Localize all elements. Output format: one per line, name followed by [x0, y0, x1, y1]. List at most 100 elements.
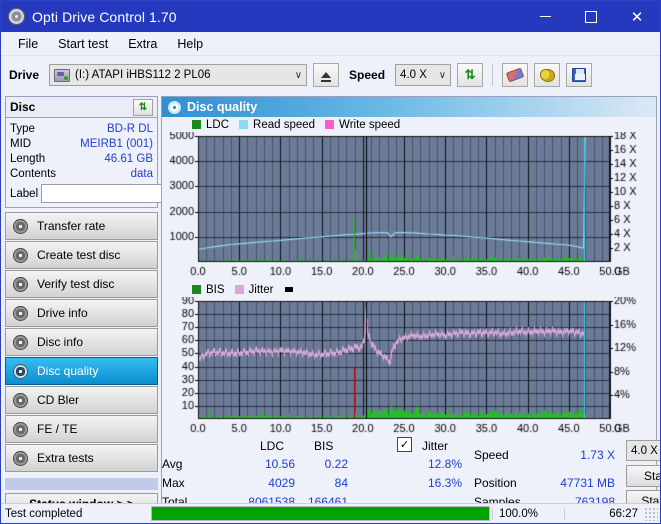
sidebar-item-label: Verify test disc [37, 277, 115, 291]
close-button[interactable]: ✕ [614, 1, 660, 32]
stats-jitter-max: 16.3% [427, 476, 462, 490]
speed-select-value: 4.0 X [400, 69, 427, 81]
disc-icon [13, 276, 28, 292]
disc-icon [13, 247, 28, 263]
stats-ldc-avg: 10.56 [264, 457, 295, 471]
body: Disc ⇅ Type BD-R DL MID MEIRB1 (001) Len… [1, 94, 660, 515]
legend-label-write-speed: Write speed [339, 118, 401, 131]
disc-refresh-button[interactable]: ⇅ [133, 98, 153, 116]
statusbar: Test completed 100.0% 66:27 [1, 503, 660, 523]
sidebar-item-fe-te[interactable]: FE / TE [5, 415, 158, 443]
app-window: Opti Drive Control 1.70 ✕ File Start tes… [0, 0, 661, 524]
start-full-button[interactable]: Start full [626, 465, 660, 487]
toolbar: Drive (I:) ATAPI iHBS112 2 PL06 ∨ Speed … [1, 56, 660, 94]
menu-start-test[interactable]: Start test [49, 34, 117, 54]
save-icon [572, 68, 587, 82]
sidebar-item-transfer-rate[interactable]: Transfer rate [5, 212, 158, 240]
sidebar-item-cd-bler[interactable]: CD Bler [5, 386, 158, 414]
sidebar-item-label: Disc info [37, 335, 84, 349]
tools-button[interactable] [534, 63, 561, 87]
jitter-checkbox[interactable]: ✓ [397, 437, 412, 452]
row-key: Contents [10, 167, 57, 180]
legend-label-ldc: LDC [206, 118, 230, 131]
stats-value-position: 47731 MB [560, 476, 615, 490]
disc-panel: Disc ⇅ Type BD-R DL MID MEIRB1 (001) Len… [5, 96, 239, 208]
glove-icon [539, 68, 555, 82]
row-value: data [130, 167, 153, 180]
chevron-down-icon: ∨ [294, 69, 303, 81]
refresh-icon: ⇅ [464, 67, 476, 82]
maximize-button[interactable] [568, 1, 614, 32]
disc-label-row: Label [10, 184, 239, 203]
legend-marker-icon [285, 287, 294, 292]
row-value: MEIRB1 (001) [80, 137, 153, 150]
disc-row-contents: Contents data [10, 166, 153, 181]
check-icon: ✓ [399, 439, 410, 451]
label-caption: Label [10, 187, 39, 200]
chart-top[interactable] [162, 132, 656, 280]
disc-panel-title: Disc [10, 100, 36, 114]
disc-icon [13, 305, 28, 321]
chart-top-legend: LDC Read speed Write speed [162, 117, 656, 132]
drive-select-value: (I:) ATAPI iHBS112 2 PL06 [75, 69, 211, 81]
test-speed-value: 4.0 X [631, 444, 658, 457]
menu-file[interactable]: File [9, 34, 47, 54]
menu-extra[interactable]: Extra [119, 34, 166, 54]
refresh-button[interactable]: ⇅ [457, 63, 484, 87]
legend-swatch-jitter [234, 285, 244, 294]
row-value: BD-R DL [106, 122, 153, 135]
sidebar-item-verify-test-disc[interactable]: Verify test disc [5, 270, 158, 298]
disc-panel-header: Disc ⇅ [6, 97, 157, 118]
menubar: File Start test Extra Help [1, 32, 660, 56]
legend-label-read-speed: Read speed [253, 118, 316, 131]
titlebar: Opti Drive Control 1.70 ✕ [1, 1, 660, 32]
eject-button[interactable] [313, 63, 340, 87]
progress-fill [152, 507, 489, 520]
sidebar-item-disc-quality[interactable]: Disc quality [5, 357, 158, 385]
speed-select[interactable]: 4.0 X ∨ [395, 64, 452, 86]
stats-jitter-avg: 12.8% [427, 457, 462, 471]
panel-title: Disc quality [187, 100, 258, 114]
clear-button[interactable] [502, 63, 529, 87]
progress-percent: 100.0% [492, 507, 564, 520]
disc-icon [13, 421, 28, 437]
sidebar: Disc ⇅ Type BD-R DL MID MEIRB1 (001) Len… [1, 94, 239, 515]
row-value: 46.61 GB [104, 152, 153, 165]
disc-row-mid: MID MEIRB1 (001) [10, 136, 153, 151]
stats-header-ldc: LDC [260, 439, 285, 453]
drive-select[interactable]: (I:) ATAPI iHBS112 2 PL06 ∨ [49, 64, 308, 86]
menu-help[interactable]: Help [168, 34, 212, 54]
sidebar-spacer [5, 478, 158, 490]
disc-icon [13, 218, 28, 234]
disc-icon [13, 334, 28, 350]
test-speed-select[interactable]: 4.0 X ∨ [626, 440, 660, 461]
window-controls: ✕ [522, 1, 660, 32]
legend-swatch-write-speed [325, 120, 335, 129]
main-content: Disc quality LDC Read speed Write speed [161, 94, 660, 512]
sidebar-item-drive-info[interactable]: Drive info [5, 299, 158, 327]
sidebar-item-label: Create test disc [37, 248, 121, 262]
disc-icon [13, 392, 28, 408]
toolbar-divider [492, 64, 494, 86]
sidebar-nav: Transfer rate Create test disc Verify te… [4, 212, 161, 472]
legend-swatch-read-speed [239, 120, 249, 129]
chart-bottom[interactable] [162, 297, 656, 437]
resize-grip[interactable] [644, 506, 658, 521]
save-button[interactable] [566, 63, 593, 87]
sidebar-item-label: Transfer rate [37, 219, 106, 233]
sidebar-item-disc-info[interactable]: Disc info [5, 328, 158, 356]
window-title: Opti Drive Control 1.70 [32, 8, 177, 25]
speed-label: Speed [349, 68, 386, 82]
elapsed-time: 66:27 [564, 507, 644, 520]
sidebar-item-label: CD Bler [37, 393, 80, 407]
stats-value-speed: 1.73 X [580, 448, 615, 462]
chart-top-canvas[interactable] [162, 132, 654, 280]
disc-row-length: Length 46.61 GB [10, 151, 153, 166]
sidebar-item-label: Extra tests [37, 451, 94, 465]
chart-bottom-canvas[interactable] [162, 297, 654, 437]
sidebar-item-extra-tests[interactable]: Extra tests [5, 444, 158, 472]
stats-header-jitter: Jitter [422, 439, 449, 453]
sidebar-item-create-test-disc[interactable]: Create test disc [5, 241, 158, 269]
stats-label-position: Position [474, 476, 517, 490]
minimize-button[interactable] [522, 1, 568, 32]
